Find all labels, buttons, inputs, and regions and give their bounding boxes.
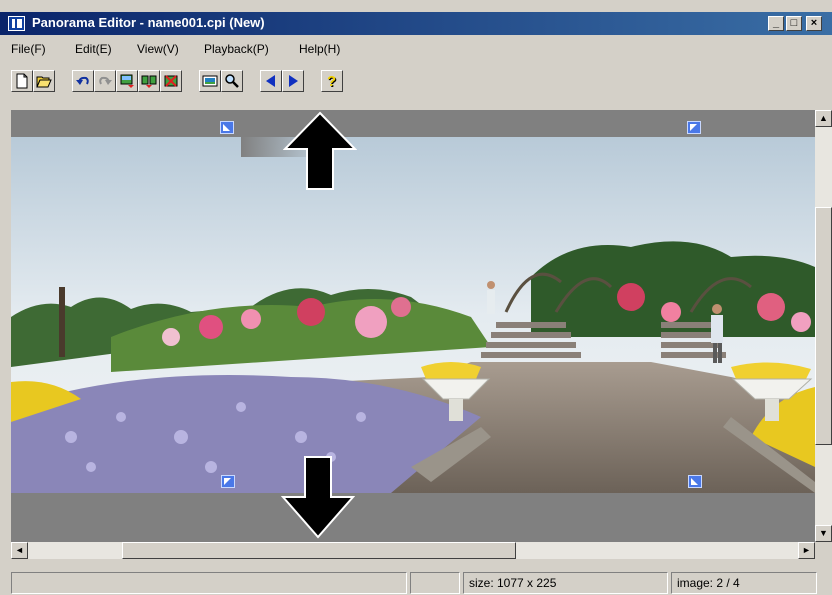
scroll-up-button[interactable]: ▲ (815, 110, 832, 127)
horizontal-scroll-thumb[interactable] (122, 542, 516, 559)
open-folder-icon (36, 76, 52, 88)
fit-view-icon (202, 75, 218, 87)
minimize-button[interactable]: _ (768, 16, 784, 31)
next-image-button[interactable] (282, 70, 304, 92)
menu-view[interactable]: View(V) (137, 42, 179, 56)
status-empty-panel (410, 572, 460, 594)
redo-icon (99, 76, 112, 85)
undo-icon (76, 76, 89, 85)
scroll-right-button[interactable]: ► (798, 542, 815, 559)
horizontal-scrollbar[interactable]: ◄ ► (11, 542, 815, 559)
menu-file[interactable]: File(F) (11, 42, 46, 56)
top-left-corner-marker[interactable] (220, 121, 234, 134)
redo-button[interactable] (94, 70, 116, 92)
top-right-corner-marker[interactable] (687, 121, 701, 134)
menu-bar: File(F) Edit(E) View(V) Playback(P) Help… (0, 37, 832, 60)
status-image-size: size: 1077 x 225 (463, 572, 668, 594)
open-file-button[interactable] (33, 70, 55, 92)
new-file-button[interactable] (11, 70, 33, 92)
app-icon[interactable] (8, 16, 25, 31)
vertical-scroll-thumb[interactable] (815, 207, 832, 445)
close-button[interactable]: × (806, 16, 822, 31)
bottom-right-corner-marker[interactable] (688, 475, 702, 488)
menu-help[interactable]: Help(H) (299, 42, 340, 56)
status-image-index: image: 2 / 4 (671, 572, 817, 594)
next-icon (289, 75, 298, 87)
scroll-left-button[interactable]: ◄ (11, 542, 28, 559)
status-message (11, 572, 407, 594)
up-arrow-icon (283, 111, 357, 190)
undo-button[interactable] (72, 70, 94, 92)
scroll-down-button[interactable]: ▼ (815, 525, 832, 542)
title-bar[interactable]: Panorama Editor - name001.cpi (New) _ □ … (0, 12, 832, 35)
delete-image-button[interactable] (160, 70, 182, 92)
new-file-icon (16, 73, 28, 89)
panorama-image[interactable] (11, 137, 815, 493)
vertical-scrollbar[interactable]: ▲ ▼ (815, 110, 832, 542)
help-button[interactable]: ?? (321, 70, 343, 92)
panorama-editor-window: Panorama Editor - name001.cpi (New) _ □ … (0, 0, 832, 595)
zoom-button[interactable] (221, 70, 243, 92)
insert-image-icon (120, 74, 134, 88)
fit-view-button[interactable] (199, 70, 221, 92)
previous-icon (266, 75, 275, 87)
split-image-icon (141, 75, 157, 88)
delete-image-icon (164, 75, 178, 87)
bottom-left-corner-marker[interactable] (221, 475, 235, 488)
zoom-icon (225, 74, 239, 88)
toolbar: ?? (0, 62, 832, 108)
svg-text:?: ? (327, 73, 336, 89)
insert-image-button[interactable] (116, 70, 138, 92)
down-arrow-icon (281, 456, 355, 539)
maximize-button[interactable]: □ (786, 16, 802, 31)
panorama-canvas[interactable] (11, 110, 815, 542)
split-image-button[interactable] (138, 70, 160, 92)
previous-image-button[interactable] (260, 70, 282, 92)
help-icon: ?? (327, 73, 337, 89)
window-title: Panorama Editor - name001.cpi (New) (32, 15, 265, 30)
menu-edit[interactable]: Edit(E) (75, 42, 112, 56)
status-bar: size: 1077 x 225 image: 2 / 4 (0, 569, 832, 595)
menu-playback[interactable]: Playback(P) (204, 42, 269, 56)
